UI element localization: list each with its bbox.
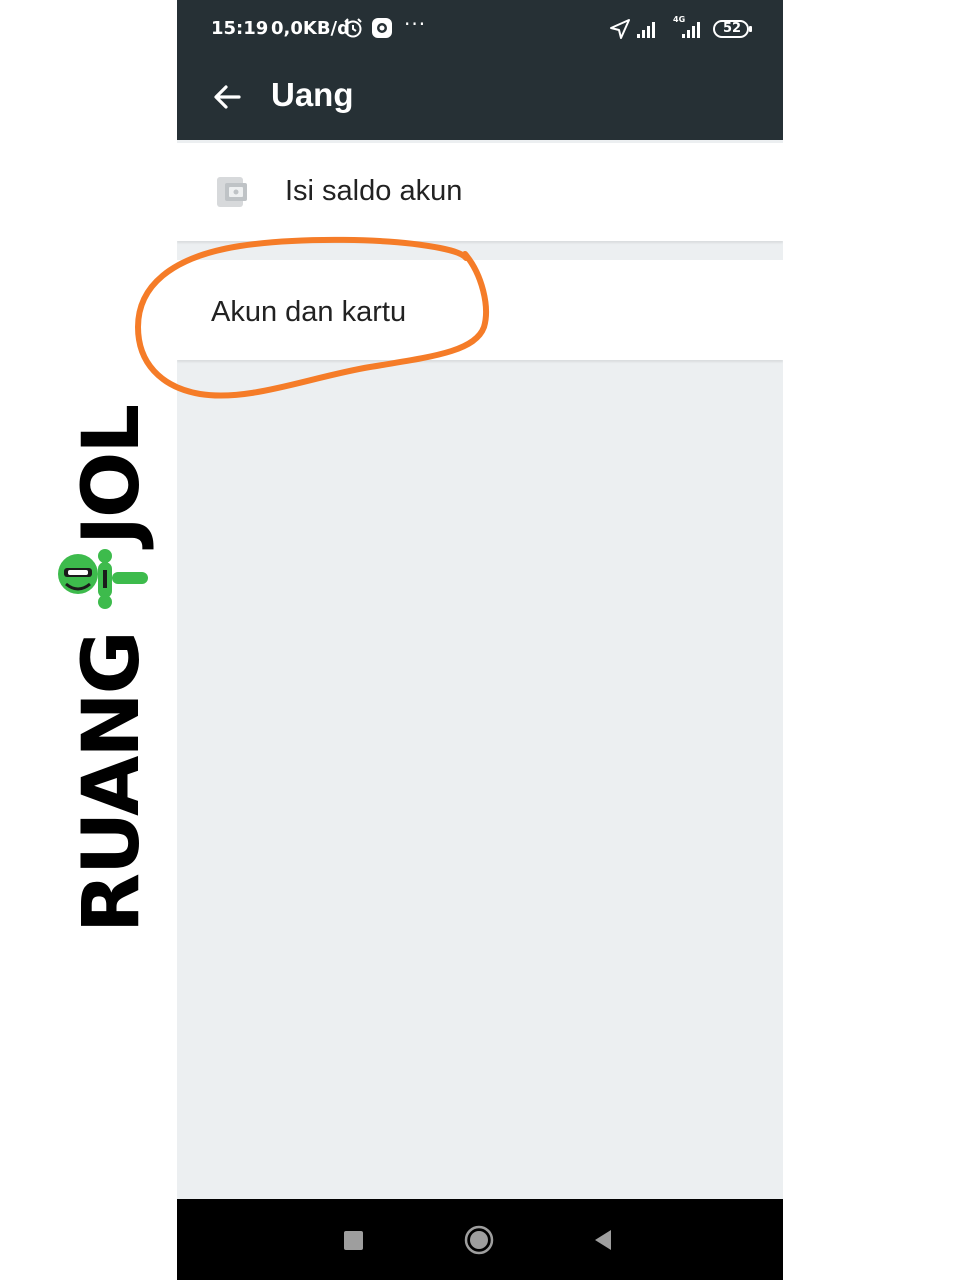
watermark-logo: RUANG JOL	[40, 375, 160, 935]
watermark-text-ruang: RUANG	[67, 632, 157, 933]
status-bar: 15:19 0,0KB/d ··· 4G 52	[177, 0, 783, 58]
system-nav-bar	[177, 1199, 783, 1280]
watermark-text-jol: JOL	[67, 405, 157, 545]
menu-item-accounts-and-cards[interactable]: Akun dan kartu	[177, 260, 783, 360]
arrow-left-icon[interactable]	[207, 77, 247, 117]
menu-item-label: Akun dan kartu	[211, 296, 407, 328]
recent-apps-button[interactable]	[344, 1231, 363, 1250]
app-toolbar: Uang	[177, 58, 783, 140]
signal-icon	[637, 22, 655, 38]
app-notification-icon	[372, 18, 392, 38]
menu-item-top-up-balance[interactable]: Isi saldo akun	[177, 143, 783, 241]
home-button[interactable]	[464, 1225, 494, 1255]
menu-item-label: Isi saldo akun	[285, 175, 463, 207]
alarm-icon	[344, 18, 362, 38]
battery-level: 52	[722, 21, 742, 36]
nav-back-button[interactable]	[591, 1228, 615, 1252]
status-time: 15:19	[211, 18, 269, 39]
phone-screen: 15:19 0,0KB/d ··· 4G 52 Uang Isi saldo a…	[177, 0, 783, 1280]
scooter-rider-icon	[58, 549, 148, 609]
status-network-speed: 0,0KB/d	[271, 18, 351, 39]
page-title: Uang	[271, 76, 354, 113]
signal-4g-icon	[682, 22, 700, 38]
more-notifications-icon: ···	[404, 12, 427, 36]
location-arrow-icon	[610, 19, 630, 39]
wallet-icon	[217, 177, 247, 207]
